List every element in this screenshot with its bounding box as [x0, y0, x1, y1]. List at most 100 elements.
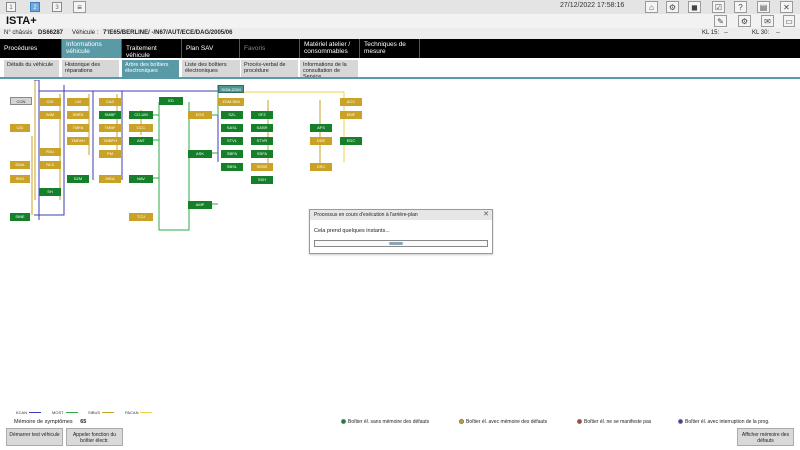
tab-favorites[interactable]: Favoris — [240, 39, 300, 58]
ecu-node[interactable]: CCC — [129, 124, 153, 132]
checklist-icon[interactable]: ☑ — [712, 1, 725, 13]
tab-service-plan[interactable]: Plan SAV — [182, 39, 240, 58]
window-icon[interactable]: ▭ — [783, 15, 795, 27]
ecu-node[interactable]: CON — [10, 97, 32, 105]
subtab-procedure-log[interactable]: Procès-verbal de procédure — [241, 60, 298, 77]
ecu-node[interactable]: SSFA — [251, 150, 273, 158]
ecu-node[interactable]: TMBFH — [99, 137, 121, 145]
print-icon[interactable]: ▤ — [757, 1, 770, 13]
start-vehicle-test-button[interactable]: Démarrer test véhicule — [6, 428, 63, 446]
ecu-node[interactable]: DSC — [310, 163, 332, 171]
help-icon[interactable]: ? — [734, 1, 747, 13]
ecu-node[interactable]: SHD — [10, 175, 30, 183]
status-ok: Boîtier él. sans mémoire des défauts — [341, 419, 429, 425]
car-icon[interactable]: ◼ — [688, 1, 701, 13]
ecu-node[interactable]: DMA — [10, 161, 30, 169]
tab-vehicle-processing[interactable]: Traitement véhicule — [122, 39, 182, 58]
ecu-node[interactable]: IHKA — [99, 175, 121, 183]
session-tab-1[interactable]: 1 — [6, 2, 16, 12]
tab-procedures[interactable]: Procédures — [0, 39, 62, 58]
dialog-title: Processus en cours d'exécution à l'arriè… — [310, 210, 492, 220]
status-interrupted-dot — [678, 419, 683, 425]
ecu-node[interactable]: SASR — [251, 124, 273, 132]
ecu-node[interactable]: ED — [159, 97, 183, 105]
chassis-label: N° châssis — [4, 30, 33, 36]
ecu-node[interactable]: AMP — [188, 201, 212, 209]
ecu-node[interactable]: CID — [10, 124, 30, 132]
subtab-service-info[interactable]: Informations de la consultation de Servi… — [300, 60, 358, 77]
ecu-node[interactable]: CD-UM — [129, 111, 153, 119]
ecu-node[interactable]: SZL — [221, 111, 243, 119]
legend-kcan-label: KCAN — [16, 410, 28, 415]
session-tab-3[interactable]: 3 — [52, 2, 62, 12]
ecu-node[interactable]: SBSL — [221, 163, 243, 171]
service-icon[interactable]: ⚙ — [666, 1, 679, 13]
ecu-node[interactable]: EGS — [188, 111, 212, 119]
legend-sibus: SIBUS — [88, 410, 115, 415]
ecu-node[interactable]: SASL — [221, 124, 243, 132]
tab-workshop-equipment[interactable]: Matériel atelier / consommables — [300, 39, 360, 58]
ecu-node[interactable]: NAV — [129, 175, 153, 183]
ecu-node[interactable]: EDC — [340, 137, 362, 145]
ecu-node[interactable]: PM — [99, 150, 121, 158]
title-bar: ISTA+ ✎ ⚙ ✉ ▭ — [0, 14, 800, 28]
app-title: ISTA+ — [6, 15, 37, 27]
ecu-node[interactable]: SFZ — [251, 111, 273, 119]
ecu-node[interactable]: TMFA — [67, 124, 89, 132]
ecu-node[interactable]: STVR — [251, 137, 273, 145]
close-icon[interactable]: ✕ — [482, 211, 490, 219]
ecu-node[interactable]: SBFA — [221, 150, 243, 158]
tab-measurement[interactable]: Techniques de mesure — [360, 39, 420, 58]
settings-icon[interactable]: ⚙ — [738, 15, 751, 27]
ecu-node[interactable]: TCU — [129, 213, 153, 221]
ecu-node[interactable]: AFS — [310, 124, 332, 132]
ecu-node[interactable]: CAS — [99, 98, 121, 106]
status-interrupted-label: Boîtier él. avec interruption de la prog… — [685, 419, 770, 425]
ecu-node[interactable]: ZGM-SIM — [218, 98, 244, 106]
home-icon[interactable]: ⌂ — [645, 1, 658, 13]
call-ecu-function-button[interactable]: Appeler fonction du boîtier électr. — [66, 428, 123, 446]
ecu-node[interactable]: TMBF — [99, 124, 121, 132]
ecu-node[interactable]: CID — [39, 98, 61, 106]
ecu-node[interactable]: ASK — [188, 150, 212, 158]
subtab-vehicle-details[interactable]: Détails du véhicule — [4, 60, 59, 77]
ecu-node[interactable]: EMF — [340, 111, 362, 119]
symptom-label: Mémoire de symptômes — [14, 419, 73, 425]
ecu-node[interactable]: ANT — [129, 137, 153, 145]
ecu-node[interactable]: SH — [39, 188, 61, 196]
close-app-icon[interactable]: ✕ — [780, 1, 793, 13]
ecu-node[interactable]: SMBF — [99, 111, 121, 119]
ecu-node[interactable]: DDE — [310, 137, 332, 145]
ecu-node[interactable]: RLS — [39, 161, 61, 169]
ecu-node[interactable]: WIM — [39, 111, 61, 119]
tools-icon[interactable]: ✎ — [714, 15, 727, 27]
ecu-node[interactable]: SZM — [67, 175, 89, 183]
subtab-repair-history[interactable]: Historique des réparations — [62, 60, 119, 77]
status-fault-label: Boîtier él. avec mémoire des défauts — [466, 419, 548, 425]
status-no-response: Boîtier él. ne se manifeste pas — [577, 419, 651, 425]
legend-pacan: PACAN — [125, 410, 153, 415]
main-navigation: Procédures Informations véhicule Traitem… — [0, 39, 800, 58]
ecu-node[interactable]: TMFAH — [67, 137, 89, 145]
kl15-label: KL 15: — [702, 30, 720, 36]
ecu-node[interactable]: SSH — [251, 176, 273, 184]
ecu-node[interactable]: SMFA — [67, 111, 89, 119]
subtab-ecu-list[interactable]: Liste des boîtiers électroniques — [182, 60, 240, 77]
ecu-node[interactable]: SBSR — [251, 163, 273, 171]
ecu-node[interactable]: STVL — [221, 137, 243, 145]
ecu-node[interactable]: SGM-ZGM — [218, 85, 244, 93]
show-fault-memory-button[interactable]: Afficher mémoire des défauts — [737, 428, 794, 446]
ecu-node[interactable]: ACC — [340, 98, 362, 106]
symptom-memory: Mémoire de symptômes 65 — [14, 419, 86, 425]
bus-line — [158, 102, 190, 231]
list-icon[interactable]: ≡ — [73, 1, 86, 13]
session-tab-2[interactable]: 2 — [30, 2, 40, 12]
legend-kcan-line — [29, 412, 42, 414]
subtab-ecu-tree[interactable]: Arbre des boîtiers électroniques — [122, 60, 179, 77]
mail-icon[interactable]: ✉ — [761, 15, 774, 27]
legend-kcan: KCAN — [16, 410, 42, 415]
ecu-node[interactable]: FDU — [39, 148, 61, 156]
ecu-node[interactable]: SINE — [10, 213, 30, 221]
tab-vehicle-info[interactable]: Informations véhicule — [62, 39, 122, 58]
ecu-node[interactable]: LM — [67, 98, 89, 106]
